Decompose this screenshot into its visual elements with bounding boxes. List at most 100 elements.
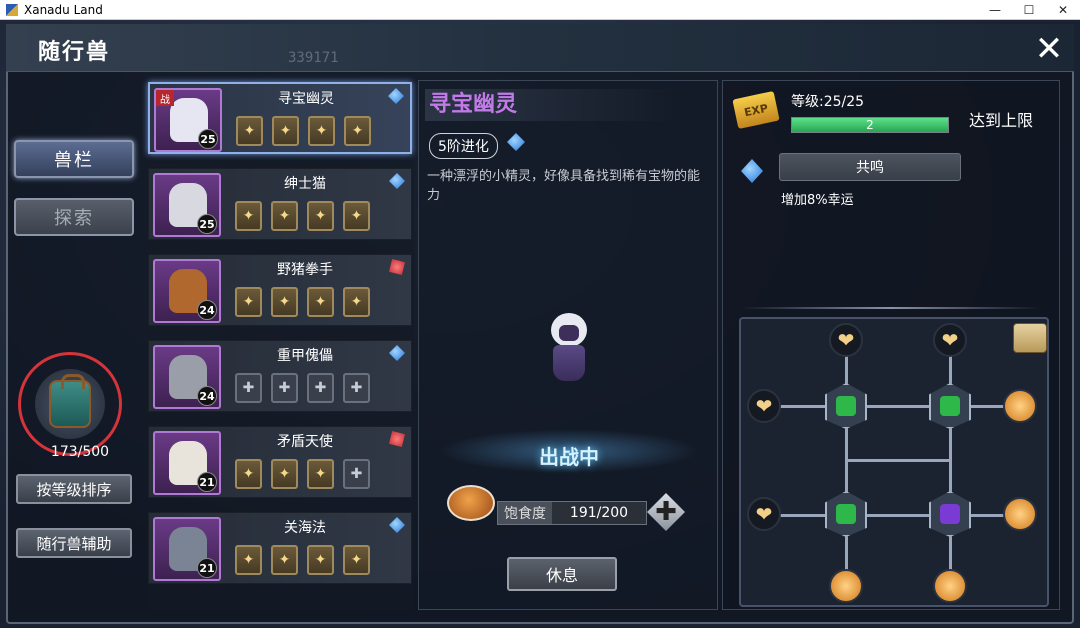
heart-node-icon[interactable]: ❤ [933,323,967,357]
tree-line [845,459,952,462]
app-icon [6,3,18,16]
pet-name: 绅士猫 [284,176,326,192]
feed-plus-button[interactable]: ✚ [647,493,685,531]
filled-slot-icon[interactable]: ✦ [271,287,298,317]
resonance-description: 增加8%幸运 [781,193,854,208]
exp-bar: 2 [791,117,949,133]
deploy-status: 出战中 [539,445,599,469]
pet-name: 矛盾天使 [277,434,333,450]
equipment-slots: ✦ ✦ ✦ ✦ [236,116,371,146]
exp-value: 2 [866,118,874,132]
filled-slot-icon[interactable]: ✦ [307,287,334,317]
roast-chicken-icon [447,485,495,521]
window-close-button[interactable]: ✕ [1046,0,1080,20]
sprite-body [553,345,585,381]
purple-gem-socket[interactable] [929,491,971,537]
evolution-badge: 5阶进化 [429,133,498,159]
pet-list-item[interactable]: 25 绅士猫 ✦ ✦ ✦ ✦ [148,168,412,240]
filled-slot-icon[interactable]: ✦ [272,116,299,146]
pet-list-item[interactable]: 21 矛盾天使 ✦ ✦ ✦ ✚ [148,426,412,498]
maximize-button[interactable]: ☐ [1012,0,1046,20]
empty-slot-icon[interactable]: ✚ [307,373,334,403]
filled-slot-icon[interactable]: ✦ [343,201,370,231]
pet-list-item[interactable]: 24 野猪拳手 ✦ ✦ ✦ ✦ [148,254,412,326]
minimize-button[interactable]: — [978,0,1012,20]
equipment-slots: ✦ ✦ ✦ ✦ [235,545,370,575]
heart-node-icon[interactable]: ❤ [747,497,781,531]
background-number: 339171 [288,50,339,66]
filled-slot-icon[interactable]: ✦ [235,545,262,575]
tree-line [765,514,1029,517]
purple-gem-icon [940,504,960,524]
filled-slot-icon[interactable]: ✦ [344,116,371,146]
tab-explore[interactable]: 探索 [14,198,134,236]
pet-portrait: 25 [153,173,221,237]
max-level-label: 达到上限 [969,111,1034,130]
heart-node-icon[interactable]: ❤ [829,323,863,357]
filled-slot-icon[interactable]: ✦ [271,201,298,231]
panel-header [6,24,1074,72]
section-divider [741,307,1041,309]
window-title: Xanadu Land [24,2,103,17]
filled-slot-icon[interactable]: ✦ [343,545,370,575]
blue-gem-icon [389,517,405,533]
filled-slot-icon[interactable]: ✦ [235,201,262,231]
tab-pen[interactable]: 兽栏 [14,140,134,178]
pet-list-item[interactable]: 战 25 寻宝幽灵 ✦ ✦ ✦ ✦ [148,82,412,154]
filled-slot-icon[interactable]: ✦ [235,287,262,317]
battle-tag: 战 [156,90,174,106]
empty-slot-icon[interactable]: ✚ [271,373,298,403]
pet-list: 战 25 寻宝幽灵 ✦ ✦ ✦ ✦ 25 绅士猫 ✦ ✦ ✦ ✦ 24 野猪拳手 ✦ ✦ ✦ ✦ … [148,80,414,610]
pet-portrait: 21 [153,431,221,495]
pet-list-item[interactable]: 21 关海法 ✦ ✦ ✦ ✦ [148,512,412,584]
blue-gem-icon [389,173,405,189]
rest-button[interactable]: 休息 [507,557,617,591]
red-claw-icon [389,259,405,275]
tree-line [845,339,848,589]
window-titlebar: Xanadu Land — ☐ ✕ [0,0,1080,20]
hunger-value: 191/200 [569,505,629,521]
filled-slot-icon[interactable]: ✦ [308,116,335,146]
orb-node-icon[interactable] [1003,497,1037,531]
red-claw-icon [389,431,405,447]
tree-line [765,405,1029,408]
filled-slot-icon[interactable]: ✦ [271,459,298,489]
bag-capacity: 173/500 [50,444,110,460]
filled-slot-icon[interactable]: ✦ [307,459,334,489]
filled-slot-icon[interactable]: ✦ [343,287,370,317]
orb-node-icon[interactable] [1003,389,1037,423]
filled-slot-icon[interactable]: ✦ [307,201,334,231]
equipment-slots: ✦ ✦ ✦ ✚ [235,459,370,489]
exp-icon: EXP [732,90,780,130]
pet-detail-panel: 寻宝幽灵 5阶进化 一种漂浮的小精灵，好像具备找到稀有宝物的能力 出战中 饱食度… [418,80,718,610]
guide-book-icon[interactable] [1013,323,1047,353]
pet-bag-button[interactable] [18,352,122,456]
empty-slot-icon[interactable]: ✚ [343,373,370,403]
bag-icon-frame [35,369,105,439]
tree-line [949,339,952,589]
filled-slot-icon[interactable]: ✦ [307,545,334,575]
evolution-gem-icon [507,133,525,151]
sort-by-level-button[interactable]: 按等级排序 [16,474,132,504]
filled-slot-icon[interactable]: ✦ [236,116,263,146]
green-gem-socket[interactable] [929,383,971,429]
green-gem-socket[interactable] [825,383,867,429]
green-gem-icon [836,396,856,416]
empty-slot-icon[interactable]: ✚ [343,459,370,489]
heart-node-icon[interactable]: ❤ [747,389,781,423]
panel-close-button[interactable]: ✕ [1032,32,1066,68]
sprite-face [559,325,579,341]
filled-slot-icon[interactable]: ✦ [235,459,262,489]
panel-title: 随行兽 [38,40,111,65]
green-gem-socket[interactable] [825,491,867,537]
backpack-icon [49,374,91,428]
orb-node-icon[interactable] [933,569,967,603]
left-column: 兽栏 探索 173/500 按等级排序 随行兽辅助 [10,76,140,616]
empty-slot-icon[interactable]: ✚ [235,373,262,403]
pet-assist-button[interactable]: 随行兽辅助 [16,528,132,558]
pet-list-item[interactable]: 24 重甲傀儡 ✚ ✚ ✚ ✚ [148,340,412,412]
orb-node-icon[interactable] [829,569,863,603]
blue-gem-icon [388,88,404,104]
filled-slot-icon[interactable]: ✦ [271,545,298,575]
resonance-button[interactable]: 共鸣 [779,153,961,181]
